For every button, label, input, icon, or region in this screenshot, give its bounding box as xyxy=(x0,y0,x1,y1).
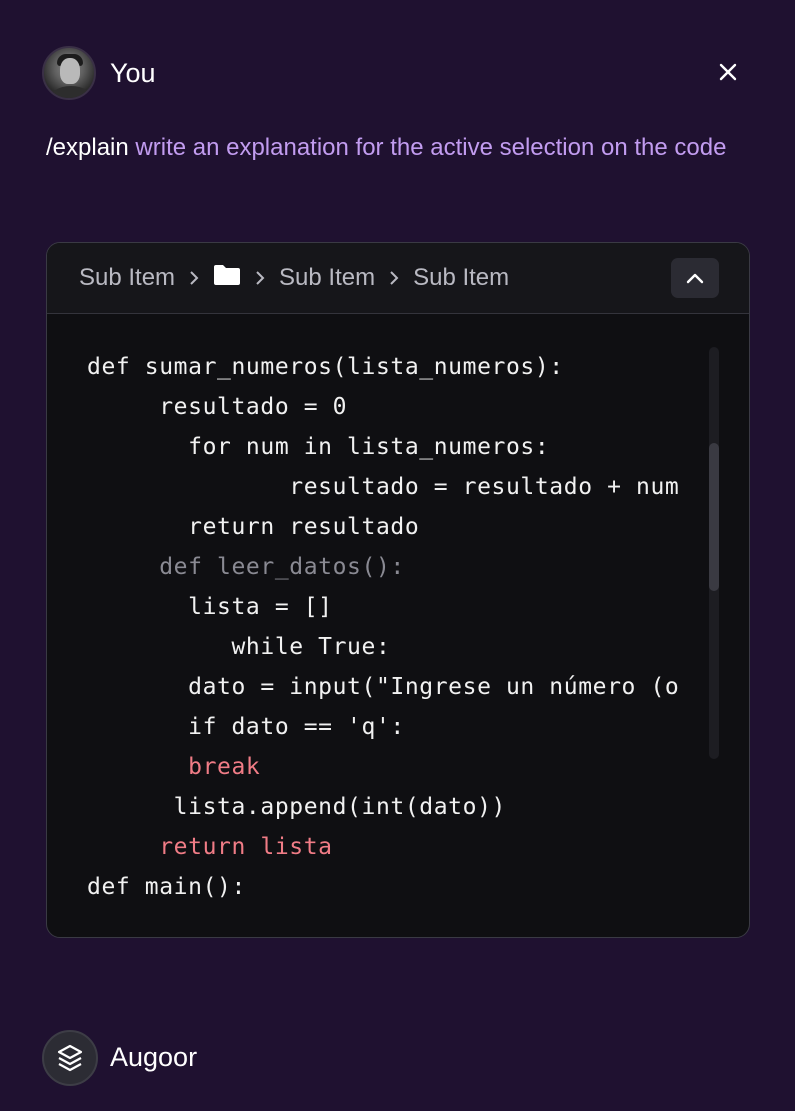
code-line: return resultado xyxy=(87,514,420,540)
chevron-right-icon xyxy=(388,270,400,286)
assistant-header: Augoor xyxy=(42,1030,442,1086)
code-block: Sub Item Sub Item Sub Item def sumar_num… xyxy=(46,242,750,938)
breadcrumb-item[interactable]: Sub Item xyxy=(79,264,175,292)
code-line: return lista xyxy=(87,834,333,860)
code-line: def leer_datos(): xyxy=(87,554,405,580)
user-name: You xyxy=(110,58,156,88)
vertical-scrollbar[interactable] xyxy=(709,347,719,759)
code-line: dato = input("Ingrese un número (o xyxy=(87,674,680,700)
chevron-right-icon xyxy=(254,270,266,286)
code-line: lista.append(int(dato)) xyxy=(87,794,506,820)
code-line: while True: xyxy=(87,634,391,660)
augoor-logo-icon xyxy=(42,1030,98,1086)
code-line: resultado = 0 xyxy=(87,394,348,420)
folder-icon[interactable] xyxy=(213,264,241,293)
breadcrumb: Sub Item Sub Item Sub Item xyxy=(79,263,509,293)
code-line: resultado = resultado + num xyxy=(87,474,680,500)
code-line: if dato == 'q': xyxy=(87,714,405,740)
user-avatar xyxy=(42,46,96,100)
breadcrumb-item[interactable]: Sub Item xyxy=(413,264,509,292)
slash-command: /explain xyxy=(46,134,129,161)
message-header: You xyxy=(42,46,754,102)
assistant-name: Augoor xyxy=(110,1042,198,1072)
code-block-header: Sub Item Sub Item Sub Item xyxy=(47,243,749,314)
scrollbar-thumb[interactable] xyxy=(709,443,719,591)
chevron-up-icon xyxy=(686,273,704,284)
code-line: break xyxy=(87,754,261,780)
chevron-right-icon xyxy=(188,270,200,286)
code-line: def main(): xyxy=(87,874,246,900)
code-line: for num in lista_numeros: xyxy=(87,434,550,460)
collapse-button[interactable] xyxy=(671,258,719,298)
breadcrumb-item[interactable]: Sub Item xyxy=(279,264,375,292)
prompt-text: /explain write an explanation for the ac… xyxy=(46,130,746,166)
code-line: def sumar_numeros(lista_numeros): xyxy=(87,354,564,380)
prompt-body: write an explanation for the active sele… xyxy=(135,134,727,161)
code-line: lista = [] xyxy=(87,594,333,620)
code-content[interactable]: def sumar_numeros(lista_numeros): result… xyxy=(87,347,707,907)
close-icon[interactable] xyxy=(716,60,740,84)
